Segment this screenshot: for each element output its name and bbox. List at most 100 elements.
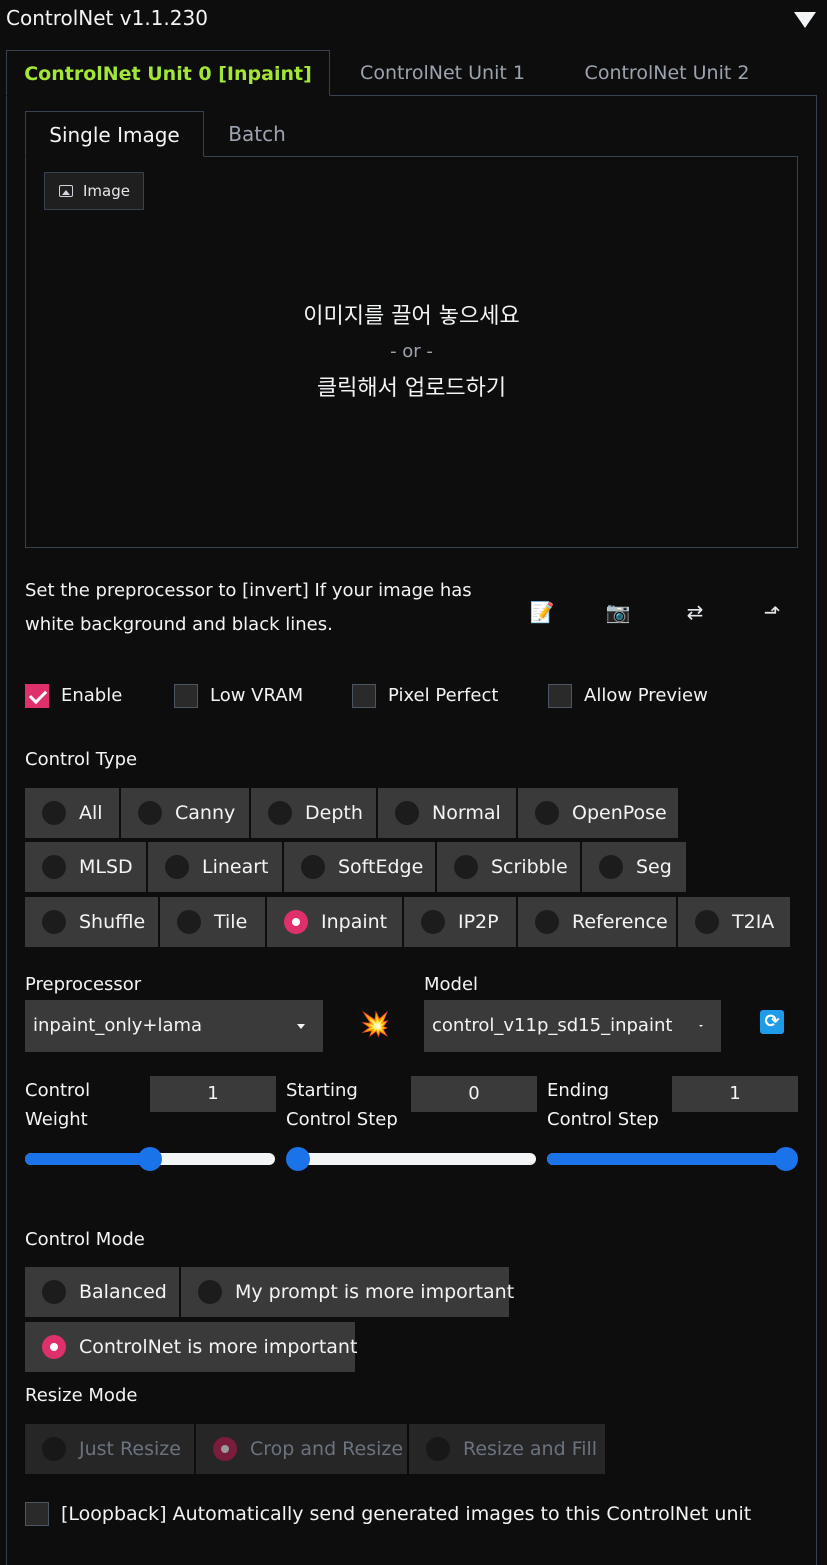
control-type-lineart[interactable]: Lineart (148, 842, 282, 892)
click-upload-text[interactable]: 클릭해서 업로드하기 (25, 370, 798, 402)
radio-icon (301, 855, 325, 879)
ending-step-input[interactable]: 1 (672, 1076, 798, 1112)
checkbox-empty-icon (25, 1502, 49, 1526)
control-type-label: Control Type (25, 749, 138, 770)
radio-label: Resize and Fill (463, 1438, 598, 1460)
allow-preview-checkbox[interactable]: Allow Preview (548, 684, 708, 708)
slider-thumb[interactable] (138, 1147, 162, 1171)
radio-label: IP2P (458, 911, 499, 933)
invert-hint-text: Set the preprocessor to [invert] If your… (25, 580, 472, 635)
radio-label: SoftEdge (338, 856, 424, 878)
tab-single-image[interactable]: Single Image (25, 111, 204, 157)
control-weight-slider[interactable] (25, 1147, 275, 1171)
starting-step-slider[interactable] (286, 1147, 536, 1171)
control-mode-balanced[interactable]: Balanced (25, 1267, 179, 1317)
control-type-inpaint[interactable]: Inpaint (267, 897, 402, 947)
chevron-down-icon (699, 1025, 703, 1027)
control-type-softedge[interactable]: SoftEdge (284, 842, 435, 892)
model-value: control_v11p_sd15_inpaint (432, 1015, 673, 1036)
drop-image-text: 이미지를 끌어 놓으세요 (303, 304, 520, 329)
radio-label: Seg (636, 856, 672, 878)
slider-fill (547, 1153, 786, 1165)
checkbox-checked-icon (25, 684, 49, 708)
radio-label: My prompt is more important (235, 1281, 515, 1303)
low-vram-label: Low VRAM (210, 685, 304, 706)
preprocessor-value: inpaint_only+lama (33, 1015, 203, 1036)
ending-step-slider[interactable] (547, 1147, 798, 1171)
camera-icon[interactable]: 📷 (603, 597, 633, 627)
tab-batch[interactable]: Batch (204, 111, 310, 157)
radio-label: Inpaint (321, 911, 388, 933)
control-weight-input[interactable]: 1 (150, 1076, 276, 1112)
image-label-text: Image (83, 182, 130, 200)
radio-label: Tile (214, 911, 248, 933)
ending-step-label: Ending Control Step (547, 1076, 659, 1134)
radio-label: Scribble (491, 856, 568, 878)
radio-label: Just Resize (79, 1438, 181, 1460)
enable-checkbox[interactable]: Enable (25, 684, 122, 708)
radio-icon (421, 910, 445, 934)
tab-unit-1[interactable]: ControlNet Unit 1 (330, 50, 555, 96)
radio-icon (426, 1437, 450, 1461)
radio-icon (42, 1437, 66, 1461)
resize-mode-resize-fill[interactable]: Resize and Fill (409, 1424, 605, 1474)
send-dimensions-icon[interactable]: ⬏ (757, 597, 787, 627)
radio-label: T2IA (732, 911, 775, 933)
radio-icon (268, 801, 292, 825)
control-type-t2ia[interactable]: T2IA (678, 897, 790, 947)
radio-label: MLSD (79, 856, 133, 878)
control-mode-prompt[interactable]: My prompt is more important (181, 1267, 514, 1317)
low-vram-checkbox[interactable]: Low VRAM (174, 684, 303, 708)
resize-mode-crop-resize[interactable]: Crop and Resize (196, 1424, 407, 1474)
radio-label: ControlNet is more important (79, 1336, 358, 1358)
control-type-shuffle[interactable]: Shuffle (25, 897, 158, 947)
slider-thumb[interactable] (774, 1147, 798, 1171)
control-weight-label: Control Weight (25, 1076, 90, 1134)
tab-unit-0[interactable]: ControlNet Unit 0 [Inpaint] (6, 50, 330, 96)
pixel-perfect-label: Pixel Perfect (388, 685, 499, 706)
control-mode-controlnet[interactable]: ControlNet is more important (25, 1322, 358, 1372)
control-type-all[interactable]: All (25, 788, 119, 838)
tab-unit-2[interactable]: ControlNet Unit 2 (555, 50, 779, 96)
control-type-depth[interactable]: Depth (251, 788, 376, 838)
control-type-scribble[interactable]: Scribble (437, 842, 580, 892)
radio-label: Shuffle (79, 911, 146, 933)
radio-icon (535, 910, 559, 934)
starting-step-input[interactable]: 0 (411, 1076, 537, 1112)
radio-icon (535, 801, 559, 825)
checkbox-empty-icon (548, 684, 572, 708)
radio-icon (198, 1280, 222, 1304)
control-type-normal[interactable]: Normal (378, 788, 516, 838)
control-type-seg[interactable]: Seg (582, 842, 686, 892)
radio-label: Crop and Resize (250, 1438, 404, 1460)
run-preprocessor-icon[interactable]: 💥 (360, 1010, 390, 1038)
radio-icon (165, 855, 189, 879)
control-type-openpose[interactable]: OpenPose (518, 788, 678, 838)
control-type-canny[interactable]: Canny (121, 788, 249, 838)
model-dropdown[interactable]: control_v11p_sd15_inpaint (424, 1000, 721, 1052)
label-line: Starting (286, 1080, 358, 1101)
collapse-triangle-icon[interactable] (794, 12, 816, 28)
resize-mode-just-resize[interactable]: Just Resize (25, 1424, 194, 1474)
control-type-mlsd[interactable]: MLSD (25, 842, 146, 892)
radio-icon (177, 910, 201, 934)
image-icon (59, 185, 73, 197)
preprocessor-dropdown[interactable]: inpaint_only+lama (25, 1000, 323, 1052)
radio-label: Balanced (79, 1281, 167, 1303)
refresh-models-icon[interactable]: ⟳ (760, 1010, 784, 1034)
control-type-ip2p[interactable]: IP2P (404, 897, 516, 947)
radio-label: OpenPose (572, 802, 667, 824)
radio-icon (138, 801, 162, 825)
enable-label: Enable (61, 685, 123, 706)
control-type-tile[interactable]: Tile (160, 897, 265, 947)
preprocessor-label: Preprocessor (25, 974, 142, 995)
control-type-reference[interactable]: Reference (518, 897, 676, 947)
pixel-perfect-checkbox[interactable]: Pixel Perfect (352, 684, 498, 708)
loopback-checkbox[interactable]: [Loopback] Automatically send generated … (25, 1502, 751, 1526)
slider-thumb[interactable] (286, 1147, 310, 1171)
swap-arrows-icon[interactable]: ⇄ (680, 597, 710, 627)
radio-label: Reference (572, 911, 668, 933)
radio-label: Normal (432, 802, 501, 824)
edit-memo-icon[interactable]: 📝 (527, 597, 557, 627)
control-mode-label: Control Mode (25, 1229, 145, 1250)
